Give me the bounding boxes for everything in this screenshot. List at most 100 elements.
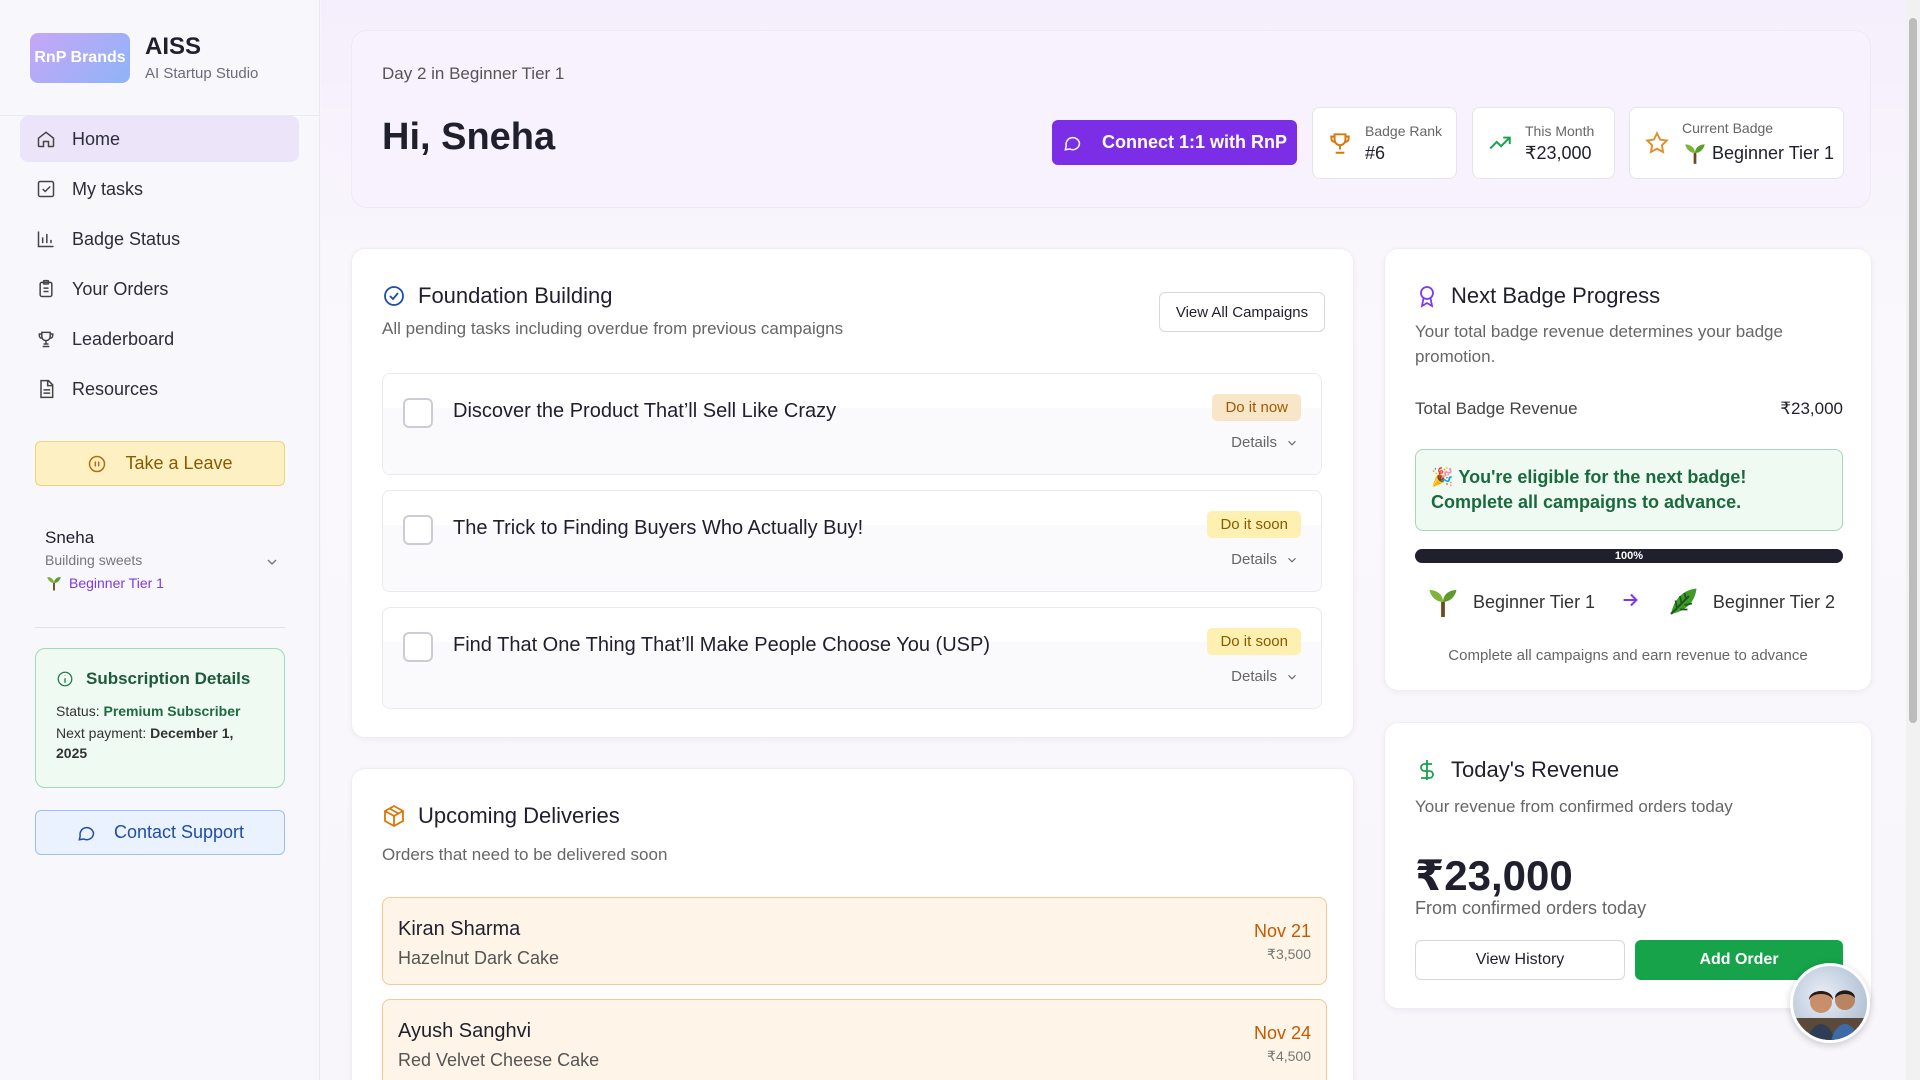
view-history-button[interactable]: View History (1415, 940, 1625, 980)
sidebar-item-resources[interactable]: Resources (20, 366, 299, 412)
trending-up-icon (1489, 136, 1511, 150)
connect-rnp-button[interactable]: Connect 1:1 with RnP (1052, 120, 1297, 165)
brand-title: AISS (145, 33, 202, 60)
task-details-toggle[interactable]: Details (1231, 668, 1299, 685)
info-icon (57, 671, 73, 687)
current-badge-value-row: Beginner Tier 1 (1682, 140, 1834, 166)
status-label: Status: (56, 703, 100, 719)
contact-support-button[interactable]: Contact Support (35, 810, 285, 855)
foundation-building-card: Foundation Building All pending tasks in… (351, 248, 1354, 738)
chevron-down-icon[interactable] (264, 554, 280, 575)
sidebar-nav: Home My tasks Badge Status Your Orders L… (0, 116, 319, 412)
sidebar-item-badge-status[interactable]: Badge Status (20, 216, 299, 262)
priority-badge: Do it soon (1207, 511, 1301, 538)
task-checkbox[interactable] (403, 398, 433, 428)
this-month-stat: This Month ₹23,000 (1472, 107, 1615, 179)
deliveries-subtitle: Orders that need to be delivered soon (382, 845, 668, 864)
sprout-icon (47, 577, 61, 591)
delivery-item[interactable]: Kiran Sharma Hazelnut Dark Cake Nov 21 ₹… (382, 897, 1327, 985)
bar-chart-icon (35, 228, 57, 250)
subscription-title: Subscription Details (86, 669, 251, 688)
connect-label: Connect 1:1 with RnP (1101, 132, 1287, 152)
delivery-item[interactable]: Ayush Sanghvi Red Velvet Cheese Cake Nov… (382, 999, 1327, 1080)
customer-name: Kiran Sharma (398, 918, 521, 940)
this-month-value: ₹23,000 (1525, 142, 1592, 163)
eligibility-notice: 🎉 You're eligible for the next badge! Co… (1415, 449, 1843, 531)
take-leave-button[interactable]: Take a Leave (35, 441, 285, 486)
sidebar-item-label: Your Orders (72, 278, 169, 299)
task-item: Find That One Thing That’ll Make People … (382, 607, 1322, 709)
sidebar: RnP Brands AISS AI Startup Studio Home M… (0, 0, 320, 1080)
leaf-icon (1670, 588, 1697, 615)
total-revenue-label: Total Badge Revenue (1415, 399, 1578, 418)
greeting: Hi, Sneha (382, 116, 556, 158)
sidebar-item-leaderboard[interactable]: Leaderboard (20, 316, 299, 362)
sidebar-item-label: My tasks (72, 178, 144, 199)
award-icon (1420, 286, 1434, 308)
task-checkbox[interactable] (403, 632, 433, 662)
brand-logo[interactable]: RnP Brands (30, 32, 130, 83)
user-business: Building sweets (45, 552, 143, 568)
delivery-date: Nov 21 (1253, 921, 1311, 941)
task-details-toggle[interactable]: Details (1231, 434, 1299, 451)
pause-icon (89, 455, 106, 472)
to-tier: Beginner Tier 2 (1712, 591, 1835, 612)
home-icon (35, 128, 57, 150)
todays-revenue-card: Today's Revenue Your revenue from confir… (1384, 722, 1872, 1009)
sprout-icon (1685, 144, 1705, 164)
checkbox-icon (35, 178, 57, 200)
foundation-title: Foundation Building (418, 283, 613, 308)
order-amount: ₹3,500 (1267, 946, 1311, 962)
badge-progress-subtitle: Your total badge revenue determines your… (1415, 322, 1783, 366)
sidebar-item-label: Resources (72, 378, 159, 399)
foundation-subtitle: All pending tasks including overdue from… (382, 319, 844, 338)
sidebar-item-my-tasks[interactable]: My tasks (20, 166, 299, 212)
badge-progress-bar: 100% (1415, 549, 1843, 563)
tier-transition: Beginner Tier 1 Beginner Tier 2 (1425, 584, 1835, 620)
payment-label: Next payment: (56, 725, 147, 741)
order-amount: ₹4,500 (1267, 1048, 1311, 1064)
todays-revenue-note: From confirmed orders today (1415, 898, 1647, 918)
star-icon (1645, 131, 1669, 154)
sprout-icon (1429, 590, 1457, 617)
view-all-campaigns-button[interactable]: View All Campaigns (1159, 292, 1325, 332)
deliveries-title: Upcoming Deliveries (418, 803, 620, 828)
page-scrollbar[interactable] (1906, 0, 1920, 1080)
todays-revenue-title: Today's Revenue (1451, 757, 1620, 782)
assistant-avatar[interactable] (1790, 963, 1870, 1043)
main-content: Day 2 in Beginner Tier 1 Hi, Sneha Conne… (321, 0, 1906, 1080)
order-item: Hazelnut Dark Cake (398, 948, 560, 968)
party-icon: 🎉 (1431, 467, 1459, 487)
order-item: Red Velvet Cheese Cake (398, 1050, 600, 1070)
divider (35, 627, 285, 628)
clipboard-icon (35, 278, 57, 300)
dollar-icon (1420, 760, 1434, 780)
next-badge-progress-card: Next Badge Progress Your total badge rev… (1384, 248, 1872, 691)
task-details-toggle[interactable]: Details (1231, 551, 1299, 568)
subscription-card: Subscription Details Status: Premium Sub… (35, 648, 285, 788)
task-checkbox[interactable] (403, 515, 433, 545)
scrollbar-thumb[interactable] (1909, 18, 1917, 723)
task-item: Discover the Product That’ll Sell Like C… (382, 373, 1322, 475)
sidebar-item-your-orders[interactable]: Your Orders (20, 266, 299, 312)
from-tier: Beginner Tier 1 (1473, 591, 1596, 612)
brand-header: RnP Brands AISS AI Startup Studio (0, 0, 319, 116)
chevron-down-icon (1288, 674, 1296, 680)
eligibility-text: You're eligible for the next badge! Comp… (1431, 467, 1747, 512)
status-value: Premium Subscriber (103, 703, 241, 719)
upcoming-deliveries-card: Upcoming Deliveries Orders that need to … (351, 768, 1354, 1080)
brand-subtitle: AI Startup Studio (145, 65, 259, 82)
chevron-down-icon (1288, 440, 1296, 446)
file-icon (35, 378, 57, 400)
priority-badge: Do it now (1212, 394, 1301, 421)
badge-rank-label: Badge Rank (1365, 122, 1443, 139)
user-tier: Beginner Tier 1 (45, 574, 280, 592)
day-progress-text: Day 2 in Beginner Tier 1 (382, 64, 565, 83)
take-leave-label: Take a Leave (125, 453, 233, 473)
total-revenue-value: ₹23,000 (1780, 399, 1843, 418)
sidebar-item-label: Home (72, 128, 121, 149)
sidebar-item-home[interactable]: Home (20, 116, 299, 162)
user-profile[interactable]: Sneha Building sweets Beginner Tier 1 (45, 528, 280, 592)
current-badge-value: Beginner Tier 1 (1712, 142, 1835, 163)
task-title: The Trick to Finding Buyers Who Actually… (453, 517, 864, 539)
